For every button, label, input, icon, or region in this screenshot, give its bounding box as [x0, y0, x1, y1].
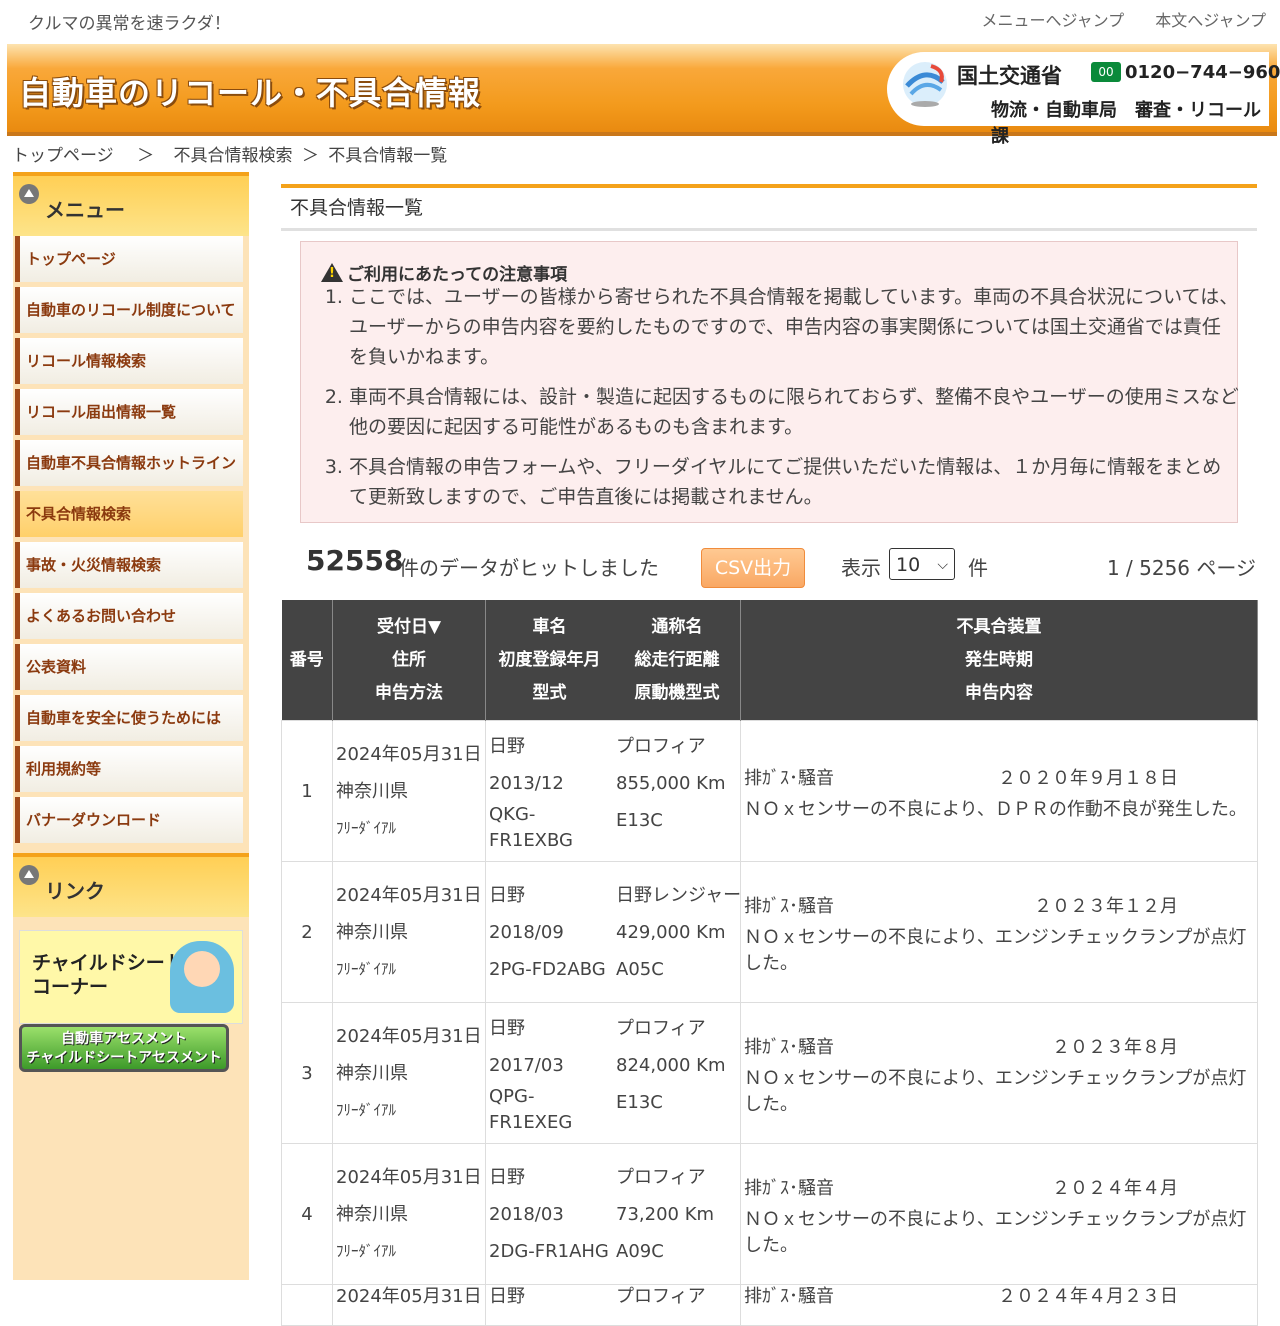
notice-item: ここでは、ユーザーの皆様から寄せられた不具合情報を掲載しています。車両の不具合状…: [349, 282, 1239, 372]
table-row[interactable]: 4 2024年05月31日 神奈川県 ﾌﾘｰﾀﾞｲｱﾙ 日野 プロフィア 2018/0…: [281, 1143, 1258, 1285]
free-dial-number: 0120−744−960: [1125, 62, 1280, 83]
notice-box: ご利用にあたっての注意事項 ここでは、ユーザーの皆様から寄せられた不具合情報を掲…: [300, 241, 1239, 523]
tagline: クルマの異常を速ラクダ！: [28, 14, 231, 34]
results-table: 番号 受付日▼ 住所 申告方法 車名 通称名 初度登録年月 総走行距離 型式 原動機型式 …: [281, 600, 1258, 1326]
page-title: 不具合情報一覧: [281, 184, 1257, 231]
sidebar-item-recall-search[interactable]: リコール情報検索: [15, 338, 243, 384]
breadcrumb: トップページ ＞ 不具合情報検索 ＞ 不具合情報一覧: [12, 141, 451, 166]
top-bar: クルマの異常を速ラクダ！ メニューへジャンプ 本文へジャンプ: [0, 0, 1280, 44]
per-page-select[interactable]: 10 ⌵: [889, 548, 955, 580]
main-content: 不具合情報一覧 ご利用にあたっての注意事項 ここでは、ユーザーの皆様から寄せられ…: [281, 184, 1258, 1326]
sidebar-item-hotline[interactable]: 自動車不具合情報ホットライン: [15, 440, 243, 486]
pager-status: 1 / 5256 ページ: [1106, 556, 1256, 580]
site-title[interactable]: 自動車のリコール・不具合情報: [19, 68, 481, 114]
breadcrumb-search[interactable]: 不具合情報検索: [173, 146, 292, 166]
ministry-name: 国土交通省: [957, 64, 1062, 88]
menu-heading: メニュー: [13, 172, 249, 236]
notice-item: 車両不具合情報には、設計・製造に起因するものに限られておらず、整備不良やユーザー…: [349, 382, 1239, 442]
sidebar-item-publications[interactable]: 公表資料: [15, 644, 243, 690]
skip-links: メニューへジャンプ 本文へジャンプ: [955, 7, 1266, 31]
notice-item: 不具合情報の申告フォームや、フリーダイヤルにてご提供いただいた情報は、１か月毎に…: [349, 452, 1239, 512]
sidebar-menu: トップページ 自動車のリコール制度について リコール情報検索 リコール届出情報一…: [13, 236, 249, 843]
jump-to-menu-link[interactable]: メニューへジャンプ: [981, 11, 1124, 30]
table-row[interactable]: 2024年05月31日 日野 プロフィア 排ｶﾞｽ･騒音 ２０２４年４月２３日: [281, 1284, 1258, 1326]
sidebar-item-defect-search[interactable]: 不具合情報検索: [15, 491, 243, 537]
ministry-block: 国土交通省 00 0120−744−960 物流・自動車局 審査・リコール課: [887, 52, 1280, 147]
breadcrumb-separator: ＞: [137, 146, 155, 166]
per-page-unit: 件: [968, 556, 988, 580]
col-header-vehicle: 車名 通称名 初度登録年月 総走行距離 型式 原動機型式: [485, 600, 741, 721]
sidebar-item-recall-system[interactable]: 自動車のリコール制度について: [15, 287, 243, 333]
per-page-label: 表示: [841, 556, 881, 580]
link-heading: リンク: [13, 853, 249, 917]
table-row[interactable]: 1 2024年05月31日 神奈川県 ﾌﾘｰﾀﾞｲｱﾙ 日野 プロフィア 2013/1…: [281, 720, 1258, 862]
site-banner: 自動車のリコール・不具合情報 国土交通省 00 0120−744−960 物流・…: [7, 44, 1280, 147]
sidebar-item-safety[interactable]: 自動車を安全に使うためには: [15, 695, 243, 741]
warning-icon: [321, 263, 343, 282]
hit-text: 件のデータがヒットしました: [399, 556, 659, 580]
result-stats: 52558 件のデータがヒットしました CSV出力 表示 10 ⌵ 件 1 / 5…: [306, 544, 1256, 594]
baby-seat-icon: [170, 941, 234, 1013]
chevron-down-icon: ⌵: [937, 557, 948, 573]
child-seat-banner[interactable]: チャイルドシート コーナー: [19, 930, 243, 1024]
collapse-icon[interactable]: [19, 184, 39, 204]
csv-export-button[interactable]: CSV出力: [701, 548, 805, 588]
breadcrumb-top[interactable]: トップページ: [12, 146, 114, 166]
col-header-date[interactable]: 受付日▼ 住所 申告方法: [332, 600, 486, 721]
breadcrumb-current: 不具合情報一覧: [328, 146, 448, 166]
sidebar-item-banner-download[interactable]: バナーダウンロード: [15, 797, 243, 843]
sidebar-item-terms[interactable]: 利用規約等: [15, 746, 243, 792]
notice-list: ここでは、ユーザーの皆様から寄せられた不具合情報を掲載しています。車両の不具合状…: [319, 282, 1239, 522]
bureau-name: 物流・自動車局 審査・リコール課: [991, 100, 1261, 147]
sidebar-item-accident-search[interactable]: 事故・火災情報検索: [15, 542, 243, 588]
col-header-no: 番号: [281, 600, 333, 721]
breadcrumb-separator: ＞: [301, 146, 319, 166]
collapse-icon[interactable]: [19, 865, 39, 885]
table-row[interactable]: 3 2024年05月31日 神奈川県 ﾌﾘｰﾀﾞｲｱﾙ 日野 プロフィア 2017/0…: [281, 1002, 1258, 1144]
sidebar-item-faq[interactable]: よくあるお問い合わせ: [15, 593, 243, 639]
ministry-logo-icon: [903, 62, 947, 107]
hit-count: 52558: [306, 544, 404, 577]
col-header-defect: 不具合装置 発生時期 申告内容: [740, 600, 1258, 721]
table-row[interactable]: 2 2024年05月31日 神奈川県 ﾌﾘｰﾀﾞｲｱﾙ 日野 日野レンジャー 2018…: [281, 861, 1258, 1003]
jump-to-content-link[interactable]: 本文へジャンプ: [1155, 11, 1266, 30]
sidebar: メニュー トップページ 自動車のリコール制度について リコール情報検索 リコール…: [13, 172, 249, 1280]
assessment-banner[interactable]: 自動車アセスメント チャイルドシートアセスメント: [19, 1024, 229, 1072]
table-header-row: 番号 受付日▼ 住所 申告方法 車名 通称名 初度登録年月 総走行距離 型式 原動機型式 …: [281, 600, 1258, 721]
sidebar-item-recall-list[interactable]: リコール届出情報一覧: [15, 389, 243, 435]
sidebar-item-top[interactable]: トップページ: [15, 236, 243, 282]
free-dial-icon: 00: [1091, 62, 1121, 82]
